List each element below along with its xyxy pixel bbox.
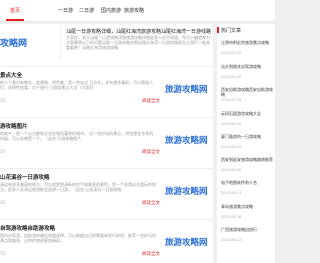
article-thumbnail[interactable]: 旅游攻略网 [165,175,211,205]
sidebar-article-title[interactable]: 西安自助游攻略西安自助游攻略 [221,87,273,97]
article-thumb-text: 旅游攻略网 [165,136,208,146]
article-desc: 的故乡，是一个以古都和文化名城而著称的城市。 近一些好玩的景点，特别是在冬季的时… [0,131,154,141]
sidebar-article[interactable]: 电子地图软件前十名 2024-06-14 [221,180,273,196]
article-date: 15 [0,200,6,205]
sidebar-article-date: 2024-06-20 [221,75,242,79]
article-title[interactable]: 山花溪谷一日游攻略 [0,173,50,181]
sidebar-article-title[interactable]: 电子地图软件前十名 [221,180,273,190]
sidebar-article-date: 2024-07-16 [221,98,242,102]
feature-thumb-text: 攻略网 [0,39,28,49]
sidebar-article-title[interactable]: 西安到延安旅游攻略路线推荐 [221,157,273,167]
sidebar-article[interactable]: 西安自助游攻略西安自助游攻略 2024-07-16 [221,87,273,103]
nav-active-indicator [6,19,24,21]
sidebar-article-date: 2024-06-15 [221,145,242,149]
sidebar-article-date: 2024-06-14 [221,191,242,195]
sidebar-article-title[interactable]: 广西旅游攻略自由行 [221,227,273,237]
article-desc: 清远有很多美丽的地方，可以欣赏到清新的空气和美丽的景色，是一个非常适合游玩的地方… [0,182,156,192]
article-title[interactable]: 景点大全 [0,71,22,79]
sidebar-article-date: 2024-06-10 [221,122,242,126]
nav-item-one-day[interactable]: 一日游 [58,7,73,14]
top-nav: 首页 一日游 二日游 国内旅游 旅游攻略 [0,0,275,22]
article-thumbnail[interactable]: 旅游攻略网 [165,226,211,256]
sidebar-title: 热门文章 [221,28,242,34]
sidebar-article[interactable]: 广西旅游攻略自由行 2024-06-12 [221,227,273,243]
sidebar-article[interactable]: 青岛旅游景点攻略 2024-06-26 [221,204,273,220]
sidebar-article[interactable]: 汕头到韶关自驾游攻略 2024-06-20 [221,64,273,80]
article-card: 游攻略图片 的故乡，是一个以古都和文化名城而著称的城市。 近一些好玩的景点，特别… [0,117,213,158]
article-title[interactable]: 自驾游攻略自助游攻略 [0,224,55,232]
nav-item-home[interactable]: 首页 [10,7,20,14]
feature-title[interactable]: 汕尾一日游攻略详细，汕尾红海湾旅游攻略汕尾红海湾一日游线路 [66,28,211,35]
article-card: 自驾游攻略自助游攻略 国内自驾游、自助游的最佳线路选择，可以根据自己的需要来进行… [0,219,213,260]
sidebar-article-title[interactable]: 汕头到韶关自驾游攻略 [221,64,273,74]
sidebar-article[interactable]: 云冈石窟游览攻略大全 2024-06-10 [221,111,273,127]
sidebar-article-date: 2024-06-12 [221,238,242,242]
sidebar-article-date: 2024-05-02 [221,51,242,55]
article-date: 15 [0,251,6,256]
sidebar-title-marker [217,27,219,33]
sidebar-article[interactable]: 江阴市附近的旅游景点攻略 2024-05-02 [221,40,273,56]
article-desc: 的十个景点有哪些，其景致、特色美，是一些去过 日方式，还有更多精彩，可以帮助人们… [0,80,154,90]
sidebar-article-date: 2024-06-26 [221,215,242,219]
sidebar-article[interactable]: 西安到延安旅游攻略路线推荐 2024-06-20 [221,157,273,173]
sidebar-article-date: 2024-06-20 [221,168,242,172]
nav-item-guides[interactable]: 旅游攻略 [124,7,144,14]
feature-desc: 大家好，关于汕尾一日游攻略详细旅游攻略详细很多人还不知道，今天小编就来为大家解答… [66,35,210,50]
read-more-link[interactable]: 阅读全文 [142,149,160,155]
feature-thumbnail[interactable]: 攻略网 [0,24,61,60]
article-thumb-text: 旅游攻略网 [165,187,208,197]
article-card: 景点大全 的十个景点有哪些，其景致、特色美，是一些去过 日方式，还有更多精彩，可… [0,66,213,107]
article-date: 15 [0,98,6,103]
article-thumb-text: 旅游攻略网 [165,238,208,248]
article-card: 山花溪谷一日游攻略 清远有很多美丽的地方，可以欣赏到清新的空气和美丽的景色，是一… [0,168,213,209]
article-title[interactable]: 游攻略图片 [0,122,28,130]
article-thumbnail[interactable]: 旅游攻略网 [165,73,211,103]
read-more-link[interactable]: 阅读全文 [142,98,160,104]
read-more-link[interactable]: 阅读全文 [142,200,160,206]
nav-item-two-day[interactable]: 二日游 [79,7,94,14]
read-more-link[interactable]: 阅读全文 [142,251,160,257]
article-thumbnail[interactable]: 旅游攻略网 [165,124,211,154]
sidebar-article-title[interactable]: 江阴市附近的旅游景点攻略 [221,40,273,50]
sidebar: 热门文章 江阴市附近的旅游景点攻略 2024-05-02 汕头到韶关自驾游攻略 … [217,24,275,263]
sidebar-article[interactable]: 厦门鼓浪屿一日游攻略 2024-06-15 [221,134,273,150]
sidebar-article-title[interactable]: 青岛旅游景点攻略 [221,204,273,214]
nav-item-domestic[interactable]: 国内旅游 [101,7,121,14]
article-desc: 国内自驾游、自助游的最佳线路选择，可以根据自己的需要来进行安排，推荐一些好玩的景… [0,233,156,243]
main-content: 攻略网 汕尾一日游攻略详细，汕尾红海湾旅游攻略汕尾红海湾一日游线路 大家好，关于… [0,24,213,263]
sidebar-article-title[interactable]: 云冈石窟游览攻略大全 [221,111,273,121]
feature-article[interactable]: 攻略网 汕尾一日游攻略详细，汕尾红海湾旅游攻略汕尾红海湾一日游线路 大家好，关于… [0,24,213,60]
article-thumb-text: 旅游攻略网 [165,85,208,95]
article-date: 15 [0,149,6,154]
sidebar-article-title[interactable]: 厦门鼓浪屿一日游攻略 [221,134,273,144]
